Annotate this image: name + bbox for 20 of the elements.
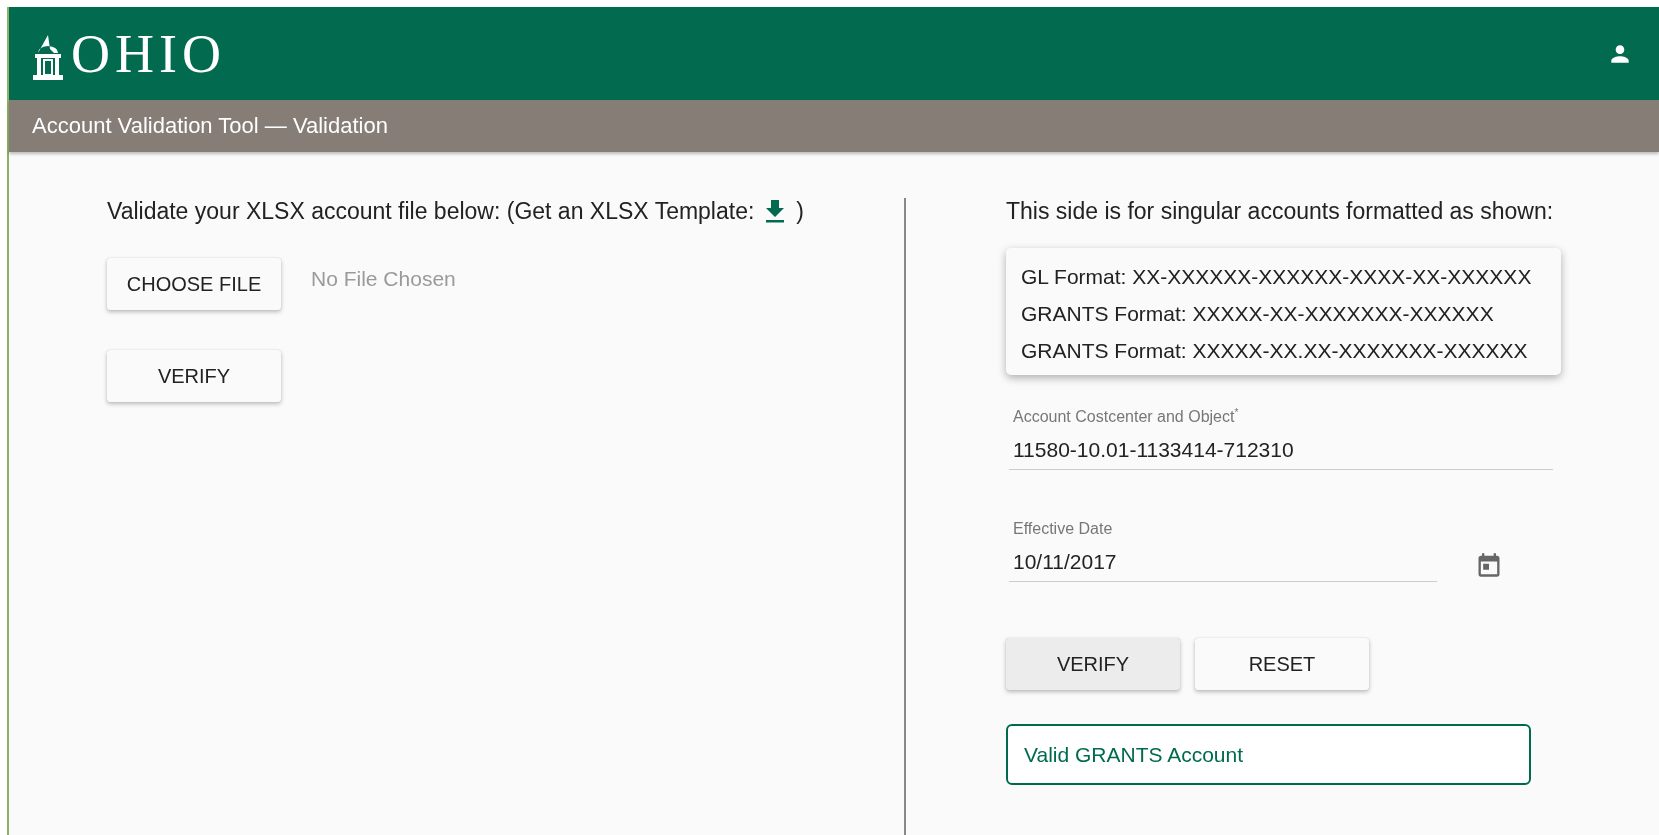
input-field[interactable]: 11580-10.01-1133414-712310 (1013, 438, 1549, 463)
logo-text: OHIO (71, 26, 226, 81)
field-label: Effective Date (1013, 520, 1114, 539)
field-label: Account Costcenter and Object$^{*}$ (1013, 407, 1240, 427)
download-icon[interactable] (764, 199, 787, 223)
reset-button[interactable]: RESET (1195, 638, 1369, 691)
file-status: No File Chosen (311, 267, 456, 291)
format-line: GL Format: XX-XXXXXX-XXXXXX-XXXX-XX-XXXXXX (1021, 264, 1533, 289)
instruction-text: Validate your XLSX account file below: (Get an XLSX Template: (107, 197, 755, 225)
result-message: Valid GRANTS Account (1006, 724, 1531, 786)
intro-text: This side is for singular accounts formatted as shown: (1006, 197, 1554, 225)
verify-button[interactable]: VERIFY (1006, 638, 1180, 691)
format-line: GRANTS Format: XXXXX-XX-XXXXXXX-XXXXXX (1021, 301, 1495, 326)
date-field[interactable]: 10/11/2017 (1013, 550, 1433, 575)
building-icon (31, 34, 65, 81)
page-title: Account Validation Tool — Validation (32, 113, 388, 139)
choose-file-button[interactable]: CHOOSE FILE (107, 258, 281, 310)
verify-button[interactable]: VERIFY (107, 350, 281, 402)
format-line: GRANTS Format: XXXXX-XX.XX-XXXXXXX-XXXXXX (1021, 338, 1529, 363)
instruction-text: ) (796, 197, 805, 225)
